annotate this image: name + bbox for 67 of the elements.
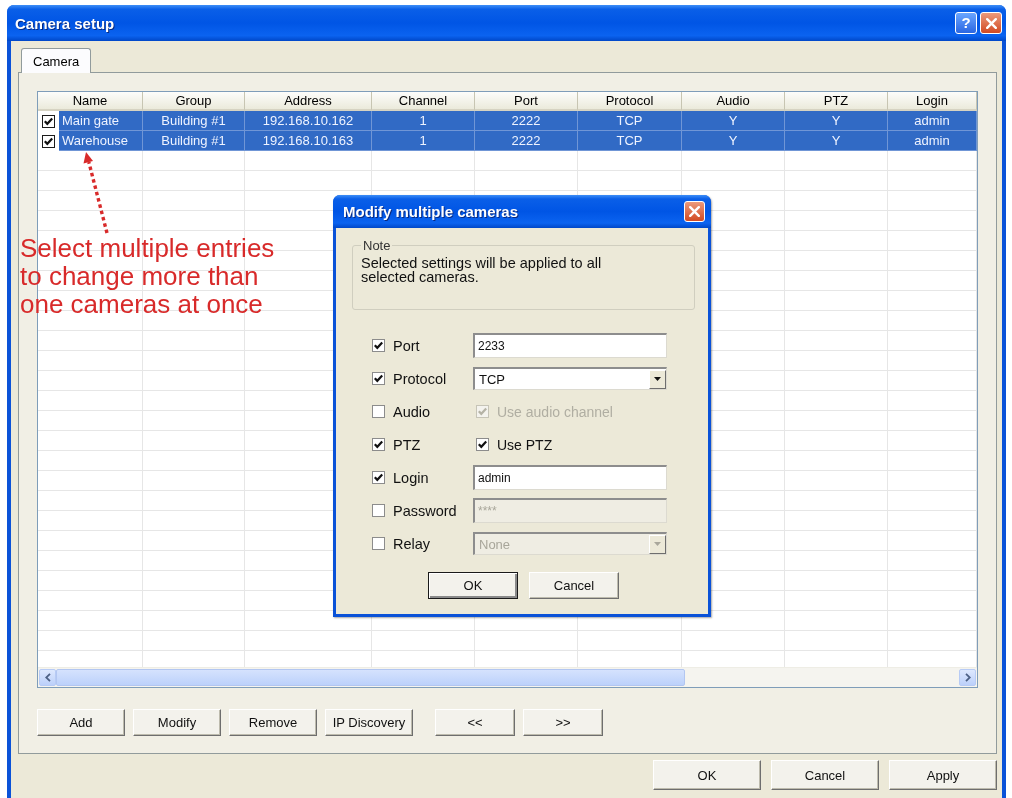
close-icon	[985, 17, 997, 29]
input-field[interactable]: admin	[473, 465, 667, 490]
toolbar-button[interactable]: Modify	[133, 709, 221, 736]
column-header[interactable]: Channel	[372, 92, 475, 111]
paging-button[interactable]: <<	[435, 709, 515, 736]
checkbox-label: Use PTZ	[497, 436, 553, 453]
checkbox[interactable]	[372, 438, 385, 451]
window-title: Camera setup	[15, 14, 115, 32]
dialog-button[interactable]: Cancel	[771, 760, 879, 790]
checkbox[interactable]	[372, 339, 385, 352]
close-icon	[689, 206, 700, 217]
field-label: Port	[393, 337, 420, 354]
toolbar-button[interactable]: IP Discovery	[325, 709, 413, 736]
checkbox-label: Use audio channel	[497, 403, 613, 420]
scroll-right-button[interactable]	[959, 669, 976, 686]
input-field[interactable]: 2233	[473, 333, 667, 358]
table-cell: TCP	[578, 131, 682, 151]
checkbox[interactable]	[476, 438, 489, 451]
scroll-left-button[interactable]	[39, 669, 56, 686]
toolbar-button[interactable]: Remove	[229, 709, 317, 736]
table-cell: Y	[682, 131, 785, 151]
caret-down-icon	[654, 542, 661, 546]
table-cell: Building #1	[143, 131, 245, 151]
dialog-button[interactable]: Cancel	[529, 572, 619, 599]
dropdown-field[interactable]: TCP	[473, 367, 667, 390]
table-cell: Warehouse	[59, 131, 143, 151]
close-button[interactable]	[684, 201, 705, 222]
column-header[interactable]: Group	[143, 92, 245, 111]
chevron-right-icon	[964, 673, 971, 682]
table-row[interactable]: Main gate Building #1 192.168.10.162 1 2222 TCP Y Y admin	[59, 111, 977, 131]
field-label: Password	[393, 502, 457, 519]
column-header[interactable]: Protocol	[578, 92, 682, 111]
table-cell: Y	[785, 131, 888, 151]
toolbar-button[interactable]: Add	[37, 709, 125, 736]
field-label: Relay	[393, 535, 431, 552]
column-header[interactable]: Login	[888, 92, 977, 111]
checkbox[interactable]	[42, 114, 55, 128]
group-label: Note	[362, 238, 392, 253]
column-header[interactable]: Audio	[682, 92, 785, 111]
column-header[interactable]: Address	[245, 92, 372, 111]
field-label: Protocol	[393, 370, 447, 387]
table-cell: admin	[888, 131, 977, 151]
field-label: Login	[393, 469, 429, 486]
tab[interactable]: Camera	[21, 48, 92, 73]
note-text: Selected settings will be applied to all selected cameras.	[361, 256, 603, 284]
column-header[interactable]: PTZ	[785, 92, 888, 111]
scrollbar-thumb[interactable]	[56, 669, 685, 686]
chevron-left-icon	[44, 673, 51, 682]
checkbox[interactable]	[372, 372, 385, 385]
paging-button[interactable]: >>	[523, 709, 603, 736]
field-label: PTZ	[393, 436, 421, 453]
field-label: Audio	[393, 403, 431, 420]
dialog-button[interactable]: Apply	[889, 760, 997, 790]
dialog-button[interactable]: OK	[428, 572, 518, 599]
column-header[interactable]: Name	[38, 92, 143, 111]
close-button[interactable]	[980, 12, 1002, 34]
table-cell: 192.168.10.163	[245, 131, 372, 151]
checkbox[interactable]	[372, 471, 385, 484]
checkbox[interactable]	[42, 134, 55, 148]
dropdown-button[interactable]	[649, 369, 666, 389]
table-cell: 2222	[475, 131, 578, 151]
dialog-title: Modify multiple cameras	[343, 203, 519, 220]
dialog-button[interactable]: OK	[653, 760, 761, 790]
table-row[interactable]: Warehouse Building #1 192.168.10.163 1 2222 TCP Y Y admin	[59, 131, 977, 151]
caret-down-icon	[654, 377, 661, 381]
column-header[interactable]: Port	[475, 92, 578, 111]
table-cell: 1	[372, 131, 475, 151]
